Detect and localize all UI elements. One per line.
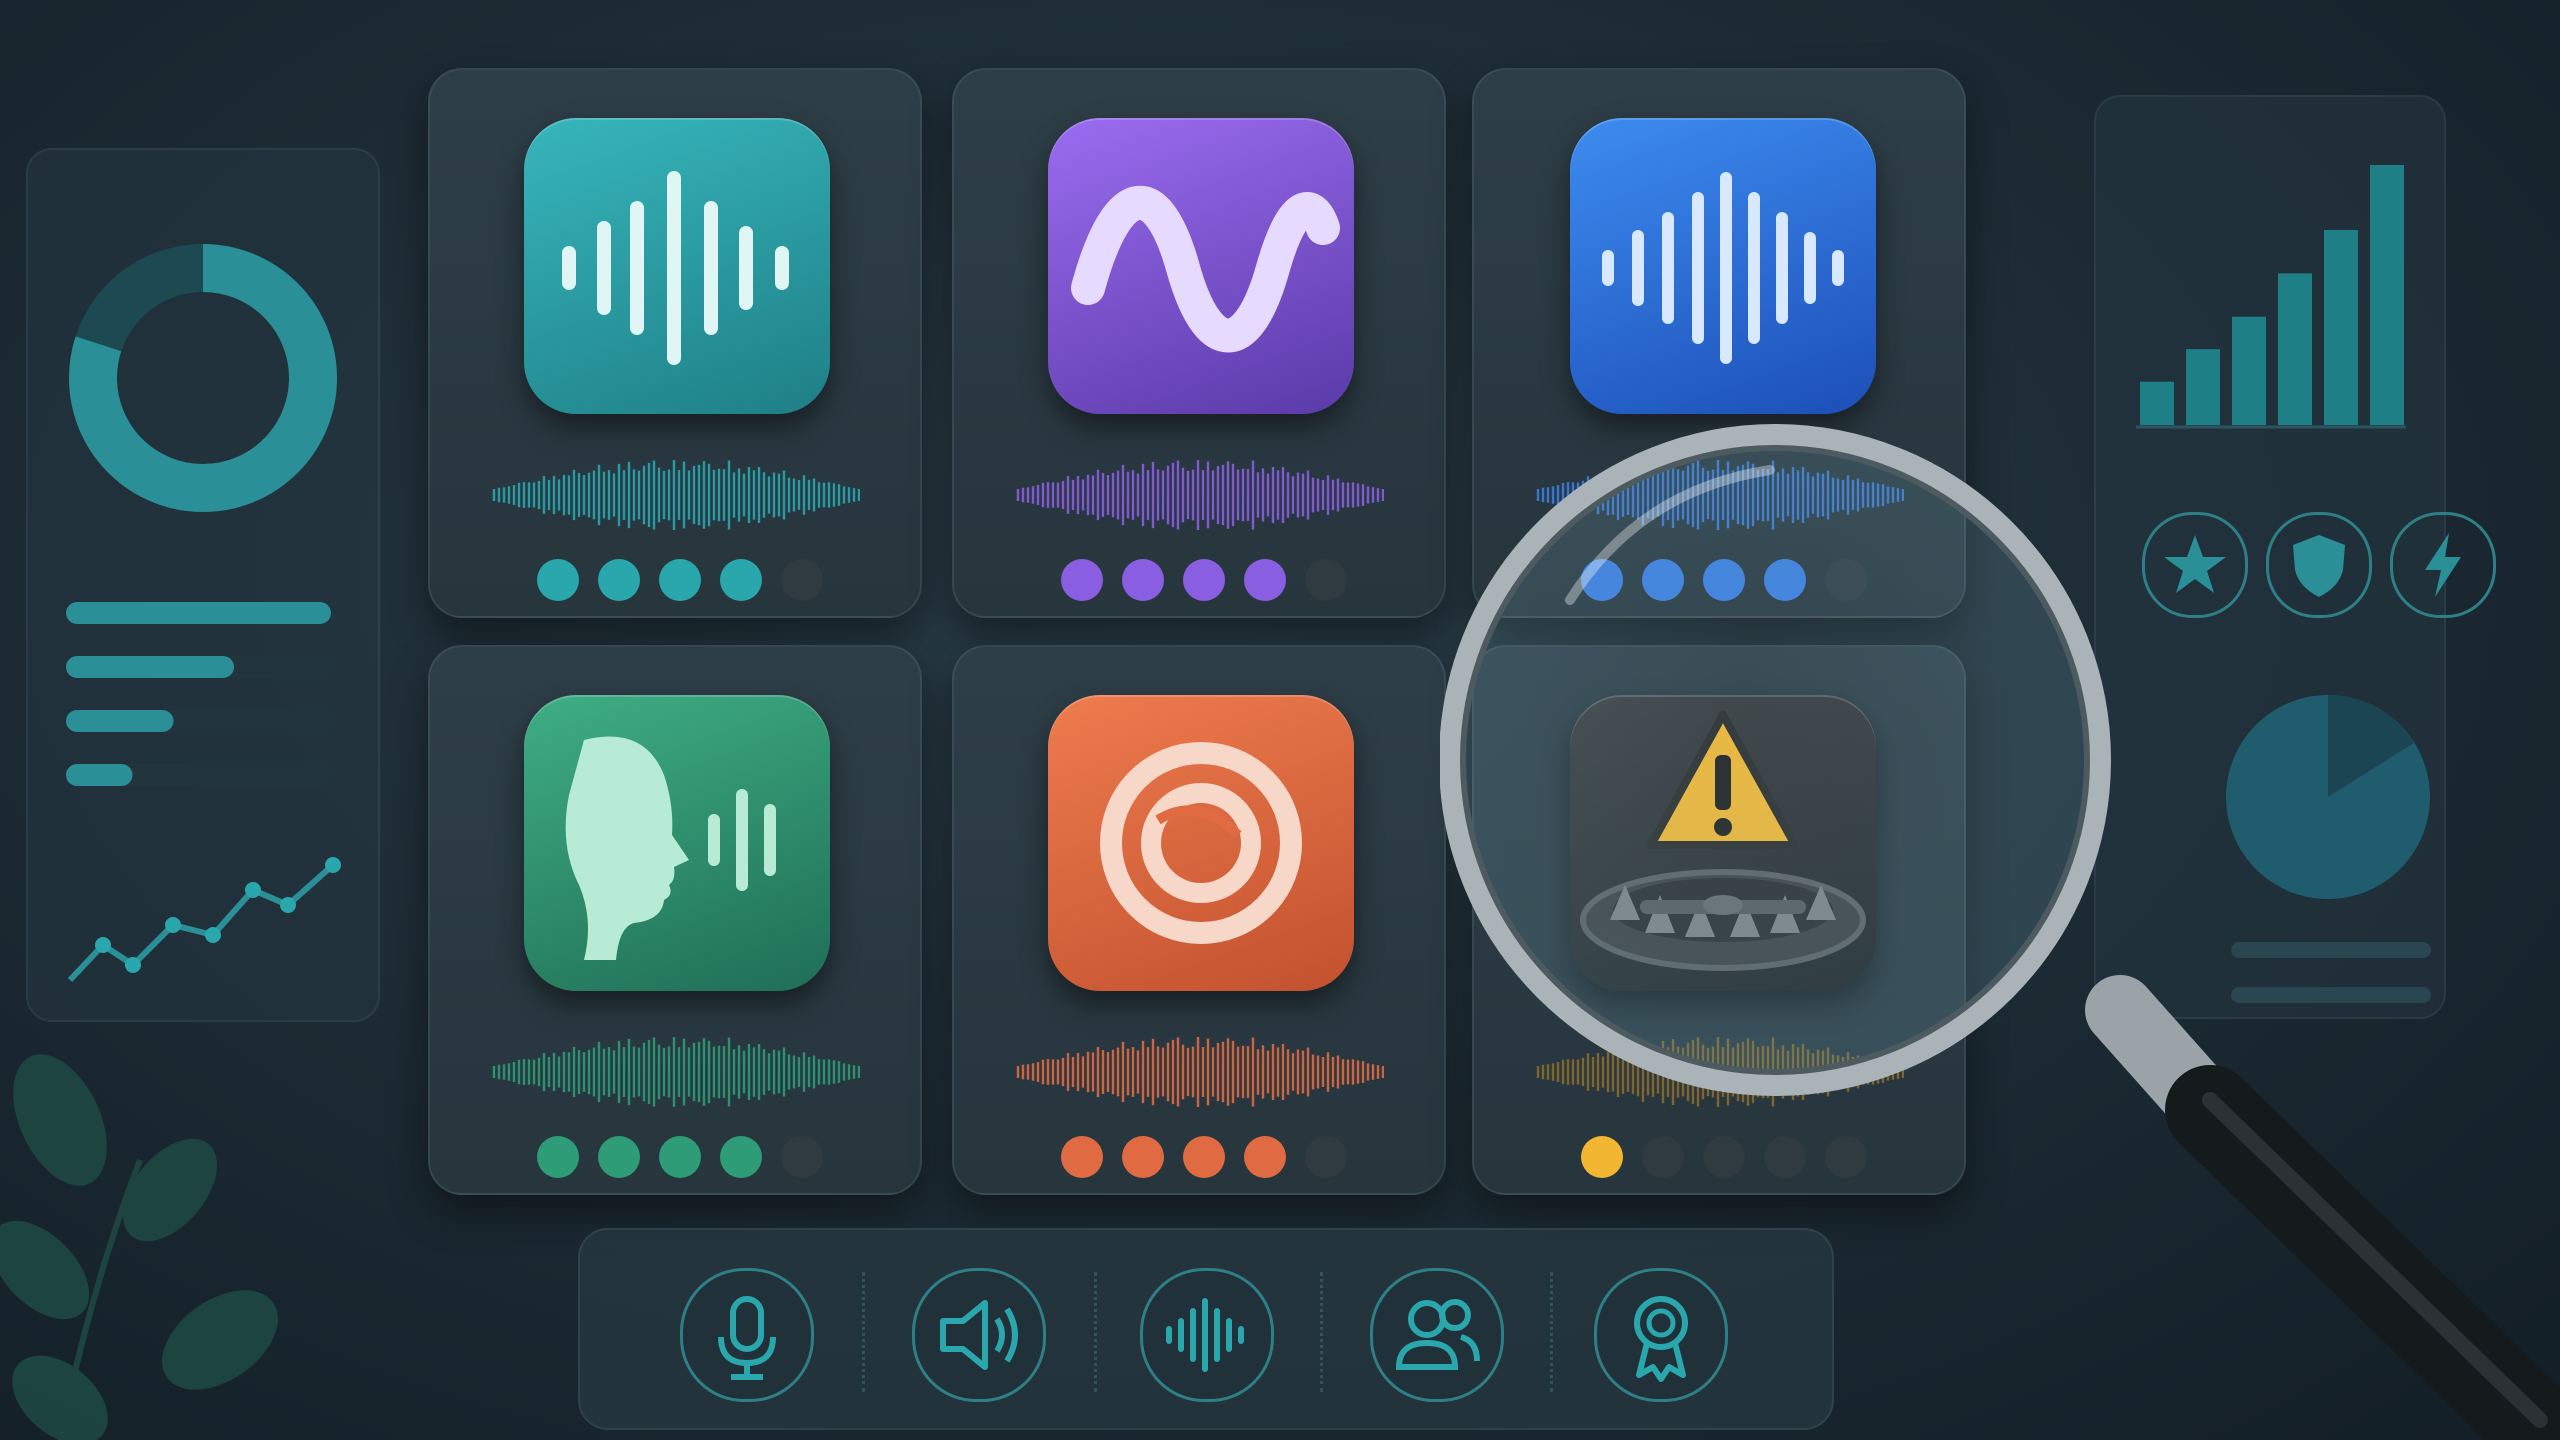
rating-dot	[720, 559, 762, 601]
soundwave-icon	[1570, 118, 1876, 414]
soundwave-glyph	[562, 171, 789, 365]
rating-dots	[1061, 559, 1347, 601]
rating-dot	[1061, 559, 1103, 601]
progress-bar-fill	[66, 656, 234, 678]
app-card-purple[interactable]	[952, 68, 1446, 618]
app-card-orange[interactable]	[952, 645, 1446, 1195]
rating-dot	[659, 1136, 701, 1178]
waveform-preview	[1016, 460, 1384, 530]
progress-bar-fill	[66, 764, 133, 786]
rating-dot	[1244, 559, 1286, 601]
left-stats-panel	[26, 148, 380, 1022]
rating-dot	[1061, 1136, 1103, 1178]
chart-bar	[2324, 230, 2358, 425]
soundwave-icon[interactable]	[1140, 1268, 1274, 1402]
soundwave-icon	[524, 118, 830, 414]
ring-glyph	[1100, 742, 1302, 944]
rating-dot	[598, 559, 640, 601]
rating-dot	[659, 559, 701, 601]
app-card-green[interactable]	[428, 645, 922, 1195]
left-panel-graphics	[66, 244, 341, 983]
rating-dots	[537, 559, 823, 601]
speaker-icon[interactable]	[912, 1268, 1046, 1402]
waveform-preview	[492, 1037, 860, 1107]
leaves-decoration	[0, 1054, 278, 1440]
rating-dot	[1244, 1136, 1286, 1178]
feature-toolbar	[578, 1228, 1834, 1430]
rating-dot	[537, 1136, 579, 1178]
rating-dot	[781, 1136, 823, 1178]
rating-dots	[1061, 1136, 1347, 1178]
waveform-preview	[1016, 1037, 1384, 1107]
speaking-head-icon	[524, 695, 830, 991]
award-icon[interactable]	[1594, 1268, 1728, 1402]
rating-dot	[1122, 1136, 1164, 1178]
rating-dot	[1183, 559, 1225, 601]
sine-glyph	[1071, 186, 1340, 353]
waveform-preview	[492, 460, 860, 530]
progress-bars	[66, 602, 331, 786]
rating-dot	[1122, 559, 1164, 601]
chart-bar	[2370, 165, 2404, 425]
bar-chart	[2140, 165, 2404, 425]
rating-dot	[1305, 1136, 1347, 1178]
trend-points	[95, 857, 341, 973]
rating-dot	[781, 559, 823, 601]
donut-chart	[69, 244, 337, 512]
users-icon[interactable]	[1370, 1268, 1504, 1402]
rating-dot	[720, 1136, 762, 1178]
app-card-teal[interactable]	[428, 68, 922, 618]
progress-bar-fill	[66, 710, 174, 732]
progress-bar-fill	[66, 602, 331, 624]
soundwave-glyph	[1602, 172, 1844, 364]
rating-dots	[537, 1136, 823, 1178]
speaking-head-glyph	[565, 736, 776, 960]
rating-dot	[1183, 1136, 1225, 1178]
ring-logo-icon	[1048, 695, 1354, 991]
magnifier-lens	[1440, 424, 2111, 1096]
rating-dot	[598, 1136, 640, 1178]
microphone-icon[interactable]	[680, 1268, 814, 1402]
trend-line	[67, 862, 335, 983]
rating-dot	[1305, 559, 1347, 601]
sine-wave-icon	[1048, 118, 1354, 414]
rating-dot	[537, 559, 579, 601]
magnifier-handle	[2085, 975, 2560, 1440]
